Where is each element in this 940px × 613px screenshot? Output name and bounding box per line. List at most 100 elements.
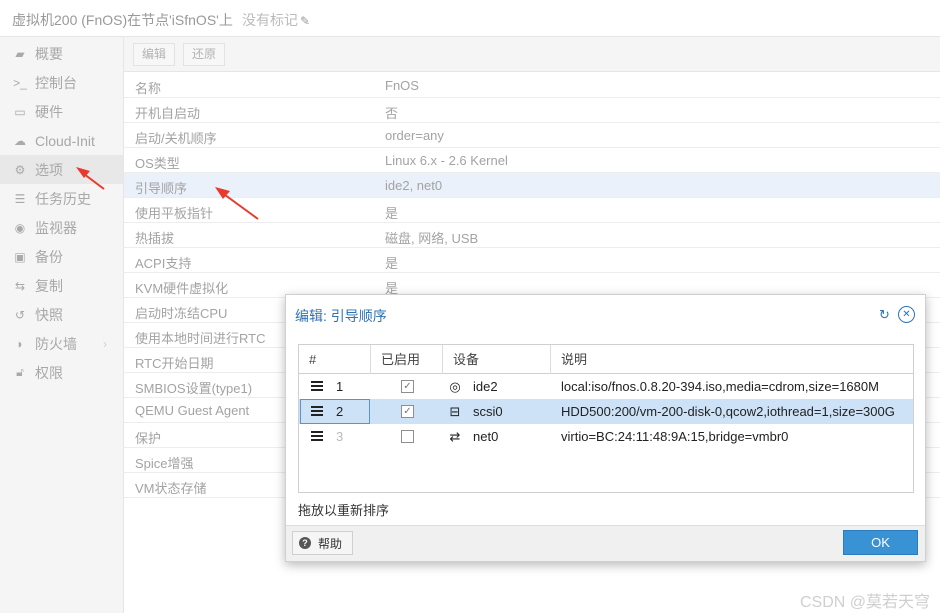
retweet-icon: ⇆ bbox=[14, 278, 26, 293]
col-enabled-header[interactable]: 已启用 bbox=[371, 345, 443, 374]
pencil-icon[interactable]: ✎ bbox=[300, 14, 310, 28]
options-row-boot-order[interactable]: 引导顺序 ide2, net0 bbox=[124, 173, 940, 198]
sidebar-item-cloud-init[interactable]: ☁ Cloud-Init bbox=[0, 126, 123, 155]
sidebar-item-backup[interactable]: ▣ 备份 bbox=[0, 242, 123, 271]
sidebar-item-label: 选项 bbox=[35, 161, 63, 178]
row-num: 3 bbox=[336, 429, 344, 444]
enabled-checkbox[interactable] bbox=[401, 430, 414, 443]
sidebar-item-label: Cloud-Init bbox=[35, 132, 95, 149]
sidebar-item-label: 快照 bbox=[35, 306, 63, 323]
sidebar-item-label: 复制 bbox=[35, 277, 63, 294]
option-key: RTC开始日期 bbox=[135, 356, 214, 371]
sidebar-item-label: 概要 bbox=[35, 45, 63, 62]
sidebar-item-task-history[interactable]: ☰ 任务历史 bbox=[0, 184, 123, 213]
options-row-hotplug[interactable]: 热插拔 磁盘, 网络, USB bbox=[124, 223, 940, 248]
option-value: 磁盘, 网络, USB bbox=[385, 231, 479, 246]
dialog-tools: ↻ ✕ bbox=[876, 306, 915, 323]
options-row-tablet[interactable]: 使用平板指针 是 bbox=[124, 198, 940, 223]
option-value: ide2, net0 bbox=[385, 178, 443, 193]
option-key: ACPI支持 bbox=[135, 256, 192, 271]
sidebar-item-summary[interactable]: ▰ 概要 bbox=[0, 39, 123, 68]
boot-row-ide2[interactable]: 1 ✓ ◎ ide2 local:iso/fnos.0.8.20-394.iso… bbox=[299, 374, 913, 399]
sidebar-item-label: 控制台 bbox=[35, 74, 77, 91]
help-label: 帮助 bbox=[318, 536, 343, 551]
sidebar-item-snapshots[interactable]: ↺ 快照 bbox=[0, 300, 123, 329]
sidebar-item-firewall[interactable]: ◗ 防火墙 › bbox=[0, 329, 123, 358]
sidebar-item-hardware[interactable]: ▭ 硬件 bbox=[0, 97, 123, 126]
sidebar-item-permissions[interactable]: 🔓︎ 权限 bbox=[0, 358, 123, 387]
book-icon: ▰ bbox=[15, 46, 25, 61]
sidebar-item-replication[interactable]: ⇆ 复制 bbox=[0, 271, 123, 300]
history-icon: ↺ bbox=[14, 307, 26, 322]
question-icon: ? bbox=[299, 537, 311, 549]
option-key: VM状态存储 bbox=[135, 481, 207, 496]
ok-button[interactable]: OK bbox=[843, 530, 918, 555]
sidebar: ▰ 概要 >_ 控制台 ▭ 硬件 ☁ Cloud-Init ⚙ 选项 ☰ 任务历… bbox=[0, 37, 124, 613]
option-key: 启动/关机顺序 bbox=[135, 131, 217, 146]
options-row-acpi[interactable]: ACPI支持 是 bbox=[124, 248, 940, 273]
boot-row-scsi0[interactable]: 2 ✓ ⊟ scsi0 HDD500:200/vm-200-disk-0,qco… bbox=[299, 399, 913, 424]
sidebar-item-options[interactable]: ⚙ 选项 bbox=[0, 155, 123, 184]
help-button[interactable]: ? 帮助 bbox=[292, 531, 354, 555]
unlock-icon: 🔓︎ bbox=[16, 365, 24, 379]
options-row-startup[interactable]: 启动/关机顺序 order=any bbox=[124, 123, 940, 148]
options-row-ostype[interactable]: OS类型 Linux 6.x - 2.6 Kernel bbox=[124, 148, 940, 173]
drag-handle-icon[interactable] bbox=[311, 381, 323, 391]
chevron-right-icon[interactable]: › bbox=[103, 337, 107, 351]
option-key: QEMU Guest Agent bbox=[135, 403, 250, 418]
option-key: KVM硬件虚拟化 bbox=[135, 281, 229, 296]
hdd-icon: ⊟ bbox=[449, 404, 461, 419]
col-device-header[interactable]: 设备 bbox=[443, 345, 551, 374]
sidebar-item-monitor[interactable]: ◉ 监视器 bbox=[0, 213, 123, 242]
col-desc-header[interactable]: 说明 bbox=[551, 345, 913, 374]
disc-icon: ◎ bbox=[449, 379, 461, 394]
sidebar-item-label: 监视器 bbox=[35, 219, 77, 236]
option-key: Spice增强 bbox=[135, 456, 194, 471]
gear-icon: ⚙ bbox=[14, 162, 26, 177]
option-value: FnOS bbox=[385, 78, 419, 93]
options-row-name[interactable]: 名称 FnOS bbox=[124, 73, 940, 98]
device-name: net0 bbox=[473, 429, 499, 444]
boot-row-net0[interactable]: 3 ⇄ net0 virtio=BC:24:11:48:9A:15,bridge… bbox=[299, 424, 913, 449]
boot-order-grid: # 已启用 设备 说明 1 ✓ ◎ ide2 local:iso/fnos.0.… bbox=[298, 344, 914, 493]
title-bar: 虚拟机200 (FnOS)在节点'iSfnOS'上 没有标记 ✎ bbox=[0, 0, 940, 37]
shield-icon: ◗ bbox=[16, 336, 24, 351]
option-value: order=any bbox=[385, 128, 444, 143]
no-tag-label: 没有标记 bbox=[242, 12, 298, 28]
cloud-icon: ☁ bbox=[14, 133, 26, 148]
sidebar-item-label: 备份 bbox=[35, 248, 63, 265]
sidebar-item-label: 防火墙 bbox=[35, 335, 77, 352]
edit-button[interactable]: 编辑 bbox=[133, 43, 176, 66]
option-value: 否 bbox=[385, 106, 399, 121]
revert-button[interactable]: 还原 bbox=[183, 43, 226, 66]
reset-icon[interactable]: ↻ bbox=[876, 306, 893, 323]
options-row-onboot[interactable]: 开机自启动 否 bbox=[124, 98, 940, 123]
device-name: scsi0 bbox=[473, 404, 503, 419]
option-key: 引导顺序 bbox=[135, 181, 188, 196]
sidebar-item-label: 任务历史 bbox=[35, 190, 91, 207]
col-num-header[interactable]: # bbox=[299, 345, 371, 374]
option-key: 保护 bbox=[135, 431, 162, 446]
close-icon[interactable]: ✕ bbox=[898, 306, 915, 323]
option-key: 使用平板指针 bbox=[135, 206, 214, 221]
drag-handle-icon[interactable] bbox=[311, 406, 323, 416]
option-key: 开机自启动 bbox=[135, 106, 201, 121]
list-icon: ☰ bbox=[14, 191, 26, 206]
tags-edit[interactable]: 没有标记 ✎ bbox=[242, 10, 310, 30]
option-key: 名称 bbox=[135, 81, 162, 96]
drag-handle-icon[interactable] bbox=[311, 431, 323, 441]
grid-header: # 已启用 设备 说明 bbox=[299, 345, 913, 374]
sidebar-item-console[interactable]: >_ 控制台 bbox=[0, 68, 123, 97]
options-toolbar: 编辑 还原 bbox=[124, 37, 940, 72]
page-title: 虚拟机200 (FnOS)在节点'iSfnOS'上 bbox=[12, 12, 233, 28]
option-value: 是 bbox=[385, 256, 399, 271]
sidebar-item-label: 硬件 bbox=[35, 103, 63, 120]
enabled-checkbox[interactable]: ✓ bbox=[401, 380, 414, 393]
enabled-checkbox[interactable]: ✓ bbox=[401, 405, 414, 418]
option-value: 是 bbox=[385, 206, 399, 221]
floppy-icon: ▣ bbox=[14, 249, 26, 264]
row-num: 2 bbox=[336, 404, 344, 419]
option-key: 热插拔 bbox=[135, 231, 175, 246]
monitor-icon: ▭ bbox=[14, 104, 26, 119]
device-desc: local:iso/fnos.0.8.20-394.iso,media=cdro… bbox=[561, 379, 879, 394]
